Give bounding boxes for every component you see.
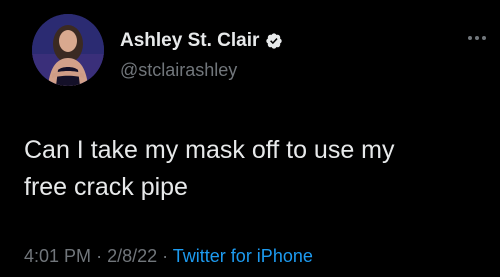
- avatar-photo: [32, 14, 104, 86]
- author-display-name[interactable]: Ashley St. Clair: [120, 30, 259, 52]
- tweet-meta: 4:01 PM · 2/8/22 · Twitter for iPhone: [24, 246, 313, 267]
- more-options-icon[interactable]: [468, 34, 490, 42]
- meta-separator: ·: [162, 246, 173, 266]
- author-name-row[interactable]: Ashley St. Clair: [120, 30, 283, 52]
- verified-badge-icon: [265, 32, 283, 50]
- tweet-date[interactable]: 2/8/22: [107, 246, 157, 266]
- tweet-source-link[interactable]: Twitter for iPhone: [173, 246, 313, 266]
- tweet-text-line: free crack pipe: [24, 173, 188, 201]
- tweet-text-line: Can I take my mask off to use my: [24, 136, 395, 164]
- meta-separator: ·: [96, 246, 108, 266]
- tweet-text: Can I take my mask off to use my free cr…: [24, 132, 494, 206]
- avatar[interactable]: [32, 14, 104, 86]
- tweet-time[interactable]: 4:01 PM: [24, 246, 91, 266]
- author-handle[interactable]: @stclairashley: [120, 60, 237, 81]
- tweet-card: Ashley St. Clair @stclairashley Can I ta…: [0, 0, 500, 277]
